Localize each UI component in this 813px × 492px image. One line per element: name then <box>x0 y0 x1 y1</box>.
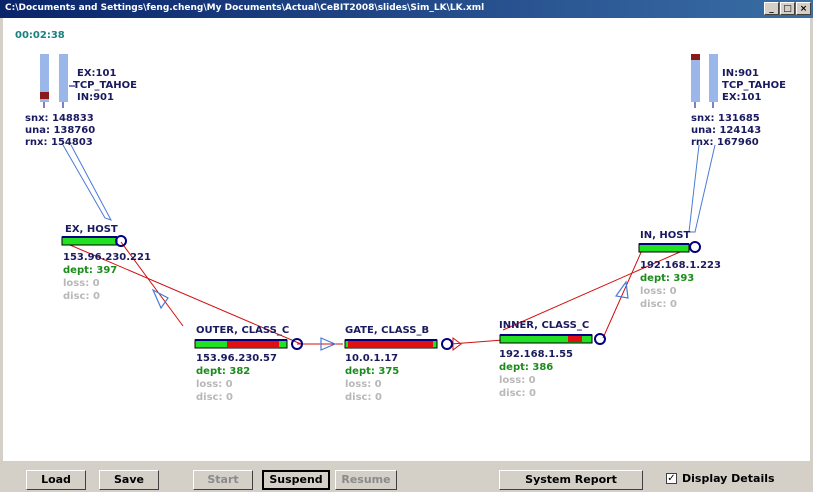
window-titlebar[interactable]: C:\Documents and Settings\feng.cheng\My … <box>0 0 813 18</box>
display-details-checkbox[interactable]: ✓ Display Details <box>666 472 775 485</box>
inner-ip: 192.168.1.55 <box>499 349 574 360</box>
in-host-loss: loss: 0 <box>640 286 677 297</box>
inner-name[interactable]: INNER, CLASS_C <box>499 320 589 332</box>
right-send-buffer-fill <box>691 54 700 60</box>
in-host-dept: dept: 393 <box>640 273 695 284</box>
left-recv-buffer <box>59 54 68 102</box>
inner-disc: disc: 0 <box>499 388 536 399</box>
close-button[interactable]: × <box>796 2 811 15</box>
outer-loss: loss: 0 <box>196 379 233 390</box>
in-host-name[interactable]: IN, HOST <box>640 230 690 242</box>
ex-host-disc: disc: 0 <box>63 291 100 302</box>
gate-port <box>441 338 453 350</box>
resume-button[interactable]: Resume <box>335 470 397 490</box>
left-endpoint-rnx: rnx: 154803 <box>25 137 93 148</box>
outer-disc: disc: 0 <box>196 392 233 403</box>
inner-queue-red <box>568 336 582 342</box>
right-endpoint-algo: TCP_TAHOE <box>722 80 786 91</box>
in-host-queue <box>638 243 690 253</box>
system-report-button[interactable]: System Report <box>499 470 643 490</box>
gate-disc: disc: 0 <box>345 392 382 403</box>
inner-dept: dept: 386 <box>499 362 554 373</box>
load-button[interactable]: Load <box>26 470 86 490</box>
network-simulation-canvas: 00:02:38 EX:101 TCP_TAHOE IN:901 snx: 14… <box>3 18 810 461</box>
right-endpoint-link <box>688 144 716 233</box>
left-endpoint-snx: snx: 148833 <box>25 113 94 124</box>
right-recv-buffer <box>709 54 718 102</box>
control-toolbar: Load Save Start Suspend Resume System Re… <box>0 462 813 492</box>
ex-host-queue <box>61 236 118 246</box>
outer-ip: 153.96.230.57 <box>196 353 277 364</box>
maximize-button[interactable]: □ <box>780 2 795 15</box>
inner-port <box>594 333 606 345</box>
link-inner-in-ack <box>602 247 644 339</box>
right-send-buffer <box>691 54 700 102</box>
inner-loss: loss: 0 <box>499 375 536 386</box>
gate-name[interactable]: GATE, CLASS_B <box>345 325 429 337</box>
in-host-disc: disc: 0 <box>640 299 677 310</box>
right-endpoint-rnx: rnx: 167960 <box>691 137 759 148</box>
minimize-button[interactable]: _ <box>764 2 779 15</box>
ex-host-loss: loss: 0 <box>63 278 100 289</box>
gate-ip: 10.0.1.17 <box>345 353 399 364</box>
left-send-buffer-fill <box>40 92 49 99</box>
right-endpoint-ex: EX:101 <box>722 92 762 103</box>
gate-dept: dept: 375 <box>345 366 400 377</box>
start-button[interactable]: Start <box>193 470 253 490</box>
outer-queue-red <box>227 341 279 347</box>
left-endpoint-algo: TCP_TAHOE <box>73 80 137 91</box>
checkbox-check-icon[interactable]: ✓ <box>666 473 677 484</box>
gate-queue-red <box>348 341 433 347</box>
outer-dept: dept: 382 <box>196 366 251 377</box>
simulation-timer: 00:02:38 <box>15 30 65 41</box>
ex-host-name[interactable]: EX, HOST <box>65 224 118 236</box>
in-host-ip: 192.168.1.223 <box>640 260 721 271</box>
right-endpoint-una: una: 124143 <box>691 125 762 136</box>
packet-arrow <box>151 288 169 310</box>
in-host-port <box>689 241 701 253</box>
suspend-button[interactable]: Suspend <box>262 470 330 490</box>
right-endpoint-in: IN:901 <box>722 68 759 79</box>
display-details-label: Display Details <box>682 472 775 485</box>
right-endpoint-snx: snx: 131685 <box>691 113 760 124</box>
left-endpoint-una: una: 138760 <box>25 125 96 136</box>
left-endpoint-in: IN:901 <box>77 92 114 103</box>
save-button[interactable]: Save <box>99 470 159 490</box>
window-title: C:\Documents and Settings\feng.cheng\My … <box>5 3 485 13</box>
window-controls: _ □ × <box>764 2 811 15</box>
left-endpoint-link <box>62 144 113 221</box>
left-endpoint-ex: EX:101 <box>77 68 117 79</box>
gate-loss: loss: 0 <box>345 379 382 390</box>
ex-host-ip: 153.96.230.221 <box>63 252 151 263</box>
ex-host-dept: dept: 397 <box>63 265 118 276</box>
outer-name[interactable]: OUTER, CLASS_C <box>196 325 289 337</box>
